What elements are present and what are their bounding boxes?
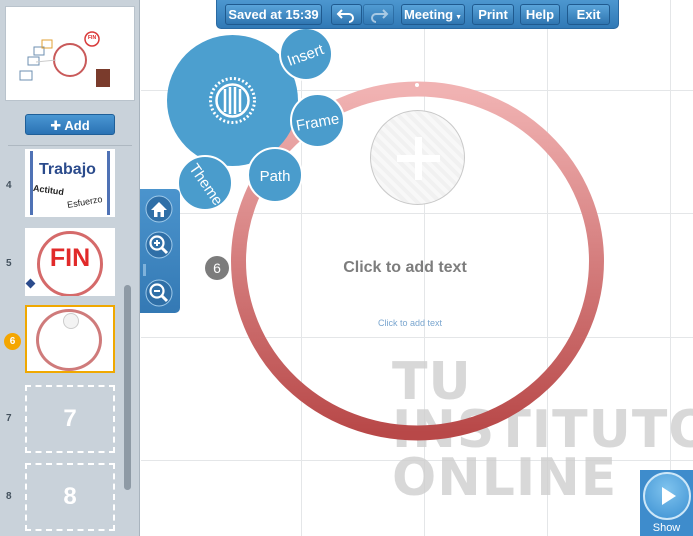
path-number-badge[interactable]: 6 bbox=[205, 256, 229, 280]
sidebar-divider bbox=[8, 145, 132, 146]
plus-icon: ✚ bbox=[50, 118, 62, 133]
play-icon bbox=[662, 487, 676, 505]
frame-title-placeholder[interactable]: Click to add text bbox=[300, 259, 510, 277]
zoom-in-icon[interactable] bbox=[145, 231, 173, 259]
saved-status-button[interactable]: Saved at 15:39 bbox=[225, 4, 322, 25]
active-slide-badge: 6 bbox=[4, 333, 21, 350]
slide-sidebar: FIN ✚ Add 4 Trabajo Actitud Esfuerzo 5 F… bbox=[0, 0, 140, 536]
print-button[interactable]: Print bbox=[472, 4, 514, 25]
exit-button[interactable]: Exit bbox=[567, 4, 610, 25]
redo-icon bbox=[371, 9, 389, 23]
help-button[interactable]: Help bbox=[520, 4, 560, 25]
show-button[interactable] bbox=[643, 472, 691, 520]
slide-thumb-6[interactable] bbox=[25, 305, 115, 373]
sidebar-scrollbar-thumb[interactable] bbox=[124, 285, 131, 490]
add-slide-button[interactable]: ✚ Add bbox=[25, 114, 115, 135]
slide-thumb-5[interactable]: FIN bbox=[25, 228, 115, 296]
slide-number: 7 bbox=[6, 413, 12, 424]
slide-thumb-4[interactable]: Trabajo Actitud Esfuerzo bbox=[25, 149, 115, 217]
plus-icon bbox=[397, 137, 440, 180]
image-placeholder[interactable] bbox=[370, 110, 465, 205]
show-label: Show bbox=[652, 522, 681, 534]
bubble-insert[interactable]: Insert bbox=[279, 27, 333, 81]
slide-number: 8 bbox=[6, 491, 12, 502]
overview-thumbnail[interactable]: FIN bbox=[5, 6, 135, 101]
bubble-frame[interactable]: Frame bbox=[290, 93, 345, 148]
frame-top-handle[interactable] bbox=[415, 83, 419, 87]
zoom-panel bbox=[140, 189, 180, 313]
overview-preview bbox=[19, 31, 110, 87]
bubble-path[interactable]: Path bbox=[247, 147, 303, 203]
zoom-slider-notch bbox=[143, 264, 146, 276]
slide-number: 5 bbox=[6, 258, 12, 269]
chevron-down-icon: ▼ bbox=[455, 14, 463, 21]
undo-button[interactable] bbox=[331, 4, 362, 25]
zoom-out-icon[interactable] bbox=[145, 279, 173, 307]
meeting-dropdown[interactable]: Meeting ▼ bbox=[401, 4, 465, 25]
undo-icon bbox=[336, 9, 354, 23]
slide-thumb-8[interactable]: 8 bbox=[25, 463, 115, 531]
top-toolbar: Saved at 15:39 Meeting ▼ Print Help Exit bbox=[216, 0, 619, 29]
slide-number: 4 bbox=[6, 180, 12, 191]
bubble-theme[interactable]: Theme bbox=[177, 155, 233, 211]
frame-body-placeholder[interactable]: Click to add text bbox=[330, 318, 490, 328]
redo-button[interactable] bbox=[363, 4, 394, 25]
slide-thumb-7[interactable]: 7 bbox=[25, 385, 115, 453]
overview-badge: FIN bbox=[88, 35, 97, 41]
home-icon[interactable] bbox=[145, 195, 173, 223]
